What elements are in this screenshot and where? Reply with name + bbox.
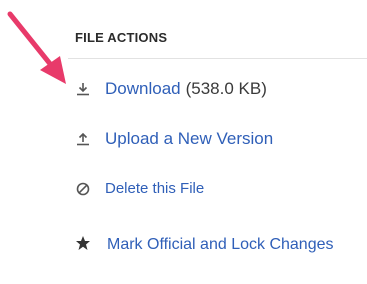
download-action[interactable]: Download (538.0 KB) (75, 78, 267, 100)
mark-official-link[interactable]: Mark Official and Lock Changes (107, 236, 333, 253)
mark-official-action[interactable]: Mark Official and Lock Changes (75, 232, 345, 258)
download-link[interactable]: Download (105, 78, 181, 100)
download-icon (75, 81, 91, 97)
upload-link[interactable]: Upload a New Version (105, 128, 273, 150)
delete-link[interactable]: Delete this File (105, 178, 204, 200)
file-actions-panel: FILE ACTIONS Download (538.0 KB) Upload … (0, 0, 367, 284)
section-title: FILE ACTIONS (75, 30, 168, 45)
delete-action[interactable]: Delete this File (75, 178, 204, 200)
prohibit-icon (75, 181, 91, 197)
annotation-arrow (7, 11, 66, 84)
section-divider (68, 58, 367, 59)
file-size: (538.0 KB) (185, 79, 267, 98)
upload-icon (75, 131, 91, 147)
upload-action[interactable]: Upload a New Version (75, 128, 273, 150)
star-icon (75, 234, 91, 250)
